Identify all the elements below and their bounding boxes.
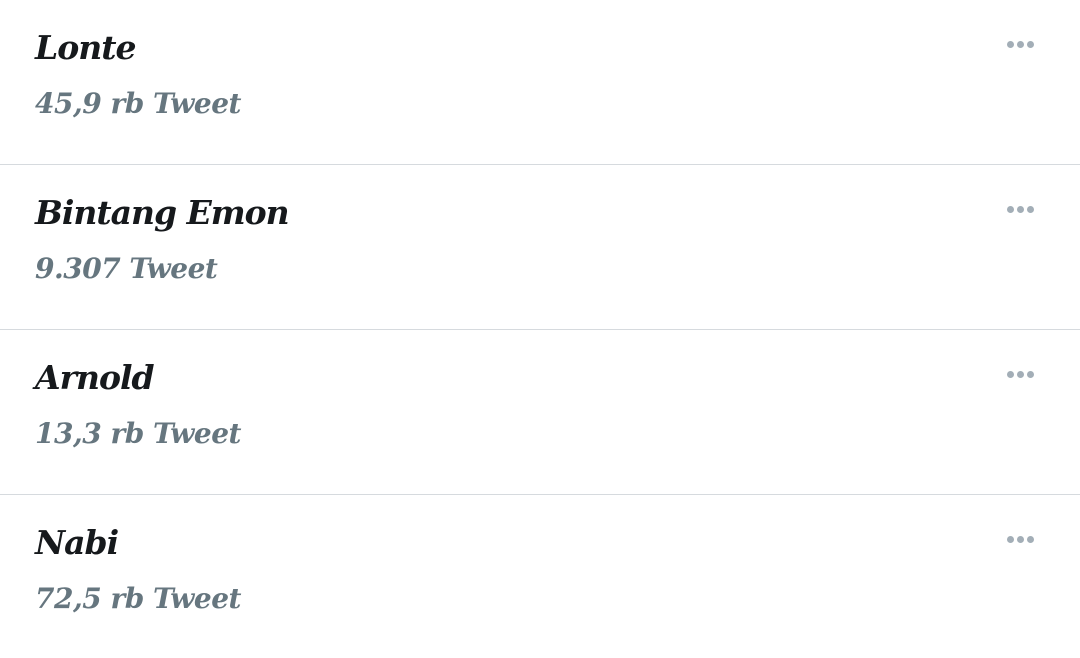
more-options-button[interactable] (1000, 195, 1040, 223)
more-options-icon (1006, 535, 1034, 543)
trend-tweet-count: 13,3 rb Tweet (35, 417, 241, 450)
trend-list: Lonte 45,9 rb Tweet Bintang Emon 9.307 T… (0, 0, 1080, 658)
trend-item-arnold[interactable]: Arnold 13,3 rb Tweet (0, 330, 1080, 495)
trend-item-nabi[interactable]: Nabi 72,5 rb Tweet (0, 495, 1080, 658)
trend-name: Nabi (35, 523, 119, 562)
trend-name: Bintang Emon (35, 193, 290, 232)
trend-tweet-count: 45,9 rb Tweet (35, 87, 241, 120)
more-options-button[interactable] (1000, 30, 1040, 58)
trend-name: Lonte (35, 28, 136, 67)
more-options-button[interactable] (1000, 360, 1040, 388)
more-options-icon (1006, 40, 1034, 48)
trend-tweet-count: 72,5 rb Tweet (35, 582, 241, 615)
more-options-icon (1006, 370, 1034, 378)
trend-item-bintang-emon[interactable]: Bintang Emon 9.307 Tweet (0, 165, 1080, 330)
more-options-button[interactable] (1000, 525, 1040, 553)
more-options-icon (1006, 205, 1034, 213)
trend-name: Arnold (35, 358, 155, 397)
trend-item-lonte[interactable]: Lonte 45,9 rb Tweet (0, 0, 1080, 165)
trend-tweet-count: 9.307 Tweet (35, 252, 218, 285)
